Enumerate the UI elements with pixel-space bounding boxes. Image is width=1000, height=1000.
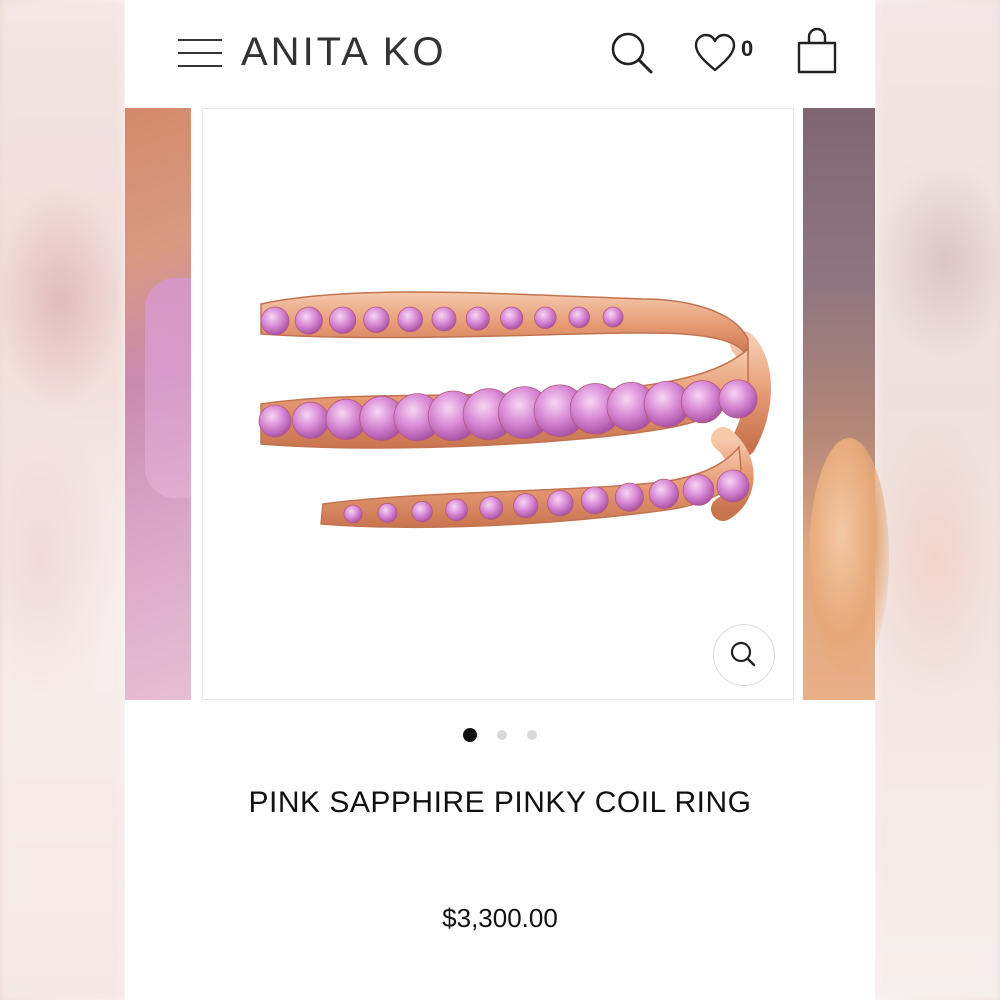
gemstone (680, 380, 724, 424)
zoom-button[interactable] (713, 624, 775, 686)
gemstone (329, 306, 357, 334)
next-slide-preview[interactable] (803, 108, 889, 700)
gemstone (614, 482, 644, 512)
product-image[interactable] (202, 108, 794, 700)
gemstone (291, 401, 330, 439)
gemstone (499, 306, 524, 330)
zoom-search-icon (730, 641, 756, 667)
background-blur-right (875, 0, 1000, 1000)
hamburger-menu-icon[interactable] (178, 37, 222, 69)
gemstone (580, 486, 609, 515)
coil-ring-image (258, 291, 771, 529)
brand-logo[interactable]: ANITA KO (241, 28, 447, 76)
heart-icon[interactable] (693, 32, 737, 74)
product-title: PINK SAPPHIRE PINKY COIL RING (248, 786, 752, 819)
gemstone (445, 498, 468, 522)
gemstone (602, 306, 624, 328)
slide-dot-1[interactable] (463, 728, 477, 742)
gemstone (547, 490, 574, 517)
gemstone (568, 306, 591, 329)
gemstone (718, 379, 758, 419)
shopping-bag-icon[interactable] (795, 27, 839, 75)
slide-indicator (125, 726, 875, 746)
product-price: $3,300.00 (442, 903, 558, 933)
slide-dot-3[interactable] (527, 730, 537, 740)
site-header: ANITA KO 0 (125, 0, 875, 106)
gemstone (648, 478, 679, 509)
gemstone (258, 404, 292, 438)
gemstone (343, 504, 363, 524)
search-icon[interactable] (609, 30, 655, 76)
gemstone (534, 306, 557, 330)
gemstone (431, 306, 457, 332)
gemstone (682, 474, 715, 506)
gemstone (513, 493, 539, 519)
gemstone (260, 306, 290, 336)
product-page: ANITA KO 0 PINK SAPPHIRE PINKY COIL RING… (125, 0, 889, 1000)
gemstone (294, 306, 323, 335)
background-blur-left (0, 0, 125, 1000)
gemstone (411, 500, 433, 523)
gemstone (397, 306, 424, 333)
product-image-gallery[interactable] (125, 106, 889, 706)
gemstone (716, 469, 750, 503)
gemstone (465, 306, 490, 331)
previous-slide-preview[interactable] (125, 108, 191, 700)
slide-dot-2[interactable] (497, 730, 507, 740)
gemstone (377, 502, 398, 523)
gemstone (363, 306, 390, 334)
gemstone (479, 496, 504, 520)
wishlist-count: 0 (741, 36, 754, 61)
